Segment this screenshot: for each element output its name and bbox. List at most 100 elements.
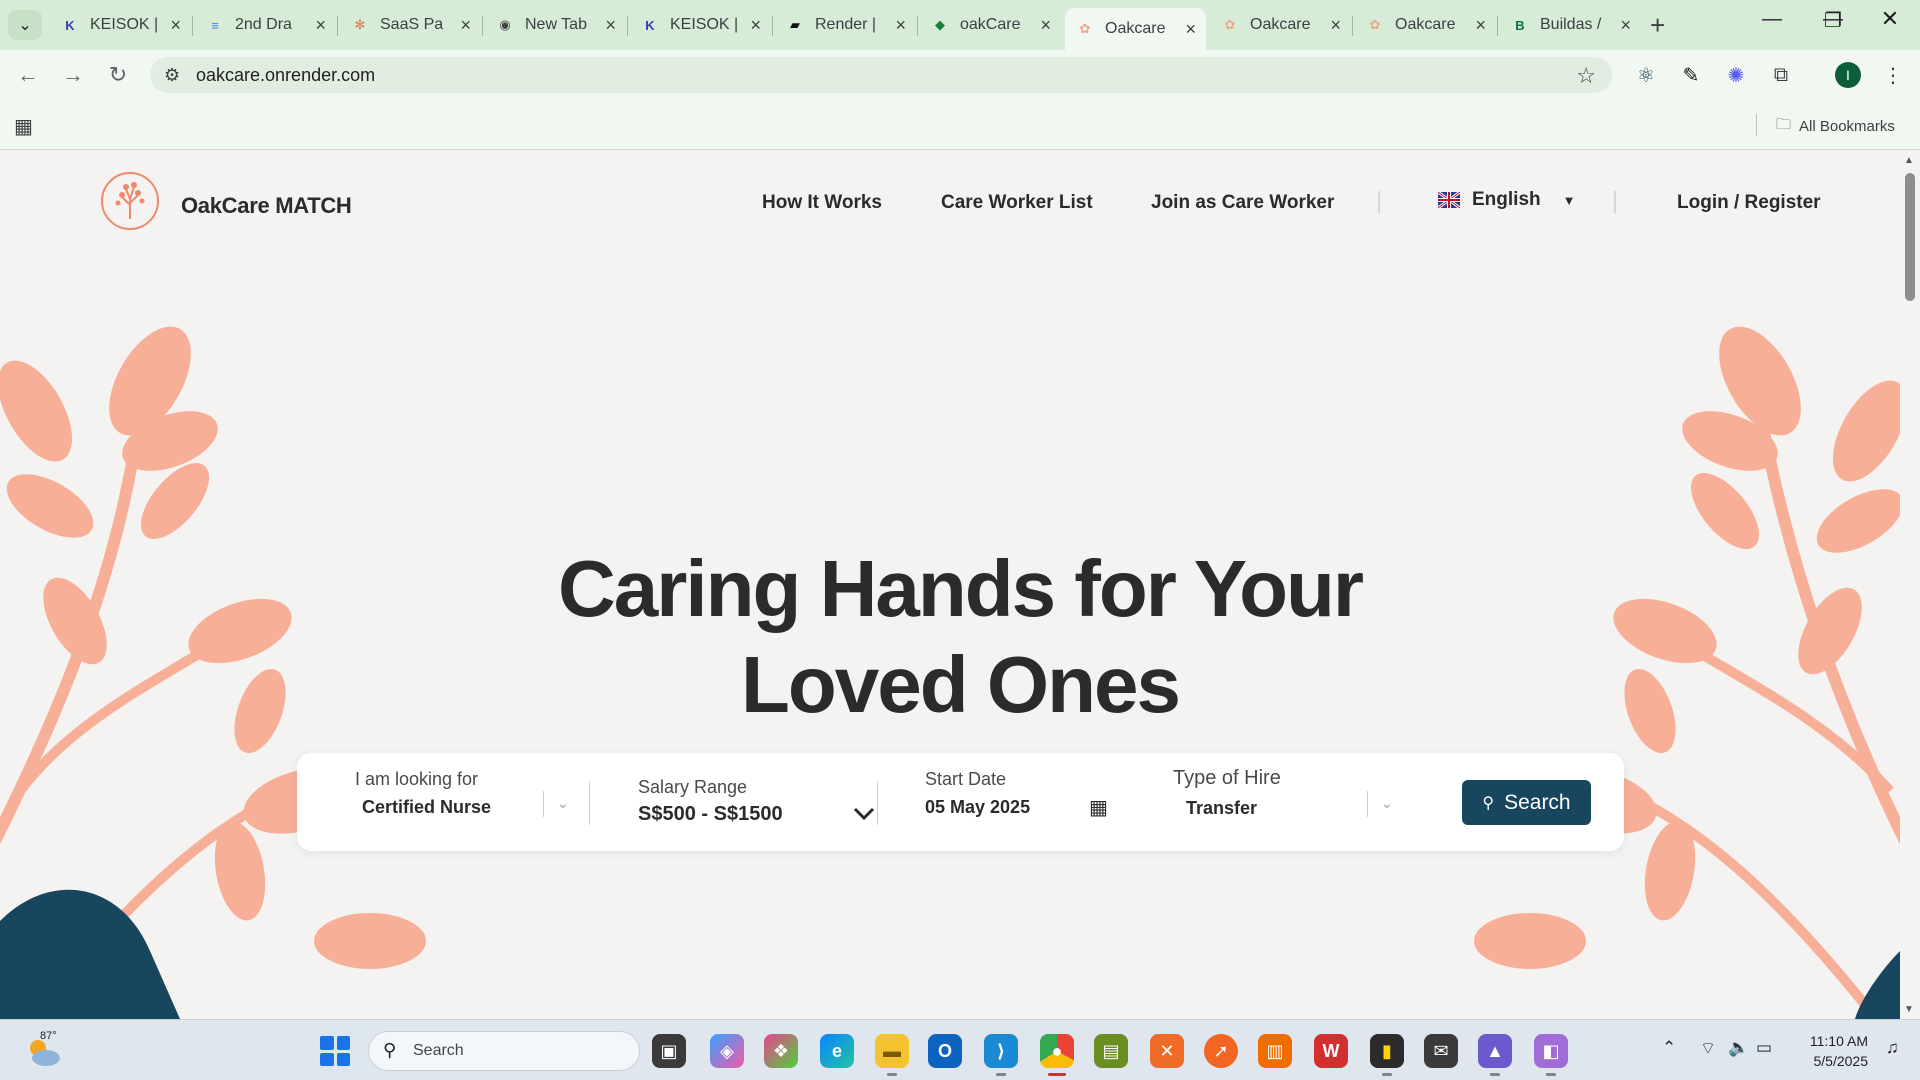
tab-close-icon[interactable]: × xyxy=(895,15,906,36)
browser-tab[interactable]: ▰ Render | × xyxy=(775,8,916,42)
site-info-icon[interactable]: ⚙ xyxy=(164,65,180,86)
forward-icon[interactable]: → xyxy=(58,60,88,90)
new-tab-button[interactable]: + xyxy=(1650,10,1665,41)
tab-separator xyxy=(627,16,628,36)
language-selector[interactable]: English ▼ xyxy=(1438,189,1576,211)
type-of-hire-select[interactable]: Transfer xyxy=(1186,798,1257,819)
url-text[interactable]: oakcare.onrender.com xyxy=(196,65,375,86)
nav-join-care-worker[interactable]: Join as Care Worker xyxy=(1151,192,1334,214)
chevron-down-icon[interactable]: ⌄ xyxy=(1381,795,1393,812)
tab-close-icon[interactable]: × xyxy=(1330,15,1341,36)
page-scrollbar[interactable]: ▲ ▼ xyxy=(1900,151,1920,1019)
scroll-up-icon[interactable]: ▲ xyxy=(1904,155,1914,166)
photos-icon[interactable]: ▲ xyxy=(1478,1034,1512,1068)
brand-name[interactable]: OakCare MATCH xyxy=(181,193,352,219)
tab-close-icon[interactable]: × xyxy=(1185,19,1196,40)
oakcare-logo-icon[interactable] xyxy=(100,171,160,231)
start-button[interactable] xyxy=(320,1036,350,1066)
copilot-icon[interactable]: ◈ xyxy=(710,1034,744,1068)
react-devtools-icon[interactable]: ⚛ xyxy=(1633,62,1659,88)
show-hidden-icons-icon[interactable]: ⌃ xyxy=(1662,1038,1676,1058)
wifi-icon[interactable]: ⌔ xyxy=(1700,1038,1716,1059)
salary-chevron-down-icon[interactable] xyxy=(853,807,875,821)
browser-tab[interactable]: ◉ New Tab × xyxy=(485,8,626,42)
wps-office-icon[interactable]: W xyxy=(1314,1034,1348,1068)
start-date-input[interactable]: 05 May 2025 xyxy=(925,797,1030,818)
apps-grid-icon[interactable]: ▦ xyxy=(14,114,33,139)
outlook-icon[interactable]: O xyxy=(928,1034,962,1068)
browser-tab[interactable]: ≡ 2nd Dra × xyxy=(195,8,336,42)
postman-icon[interactable]: ➚ xyxy=(1204,1034,1238,1068)
eyedropper-icon[interactable]: ✎ xyxy=(1678,62,1704,88)
tab-separator xyxy=(1352,16,1353,36)
mail-icon[interactable]: ✉ xyxy=(1424,1034,1458,1068)
browser-tab[interactable]: K KEISOK | × xyxy=(630,8,771,42)
browser-tab[interactable]: ◆ oakCare × xyxy=(920,8,1061,42)
notification-bell-icon[interactable]: ♫ xyxy=(1886,1038,1899,1058)
oakcare-icon: ✿ xyxy=(1369,17,1381,32)
sticky-notes-icon[interactable]: ▮ xyxy=(1370,1034,1404,1068)
tab-close-icon[interactable]: × xyxy=(315,15,326,36)
tab-title: SaaS Pa xyxy=(380,16,444,33)
running-indicator xyxy=(1382,1073,1392,1076)
chrome-icon[interactable]: ● xyxy=(1040,1034,1074,1068)
task-view-icon[interactable]: ▣ xyxy=(652,1034,686,1068)
browser-tab[interactable]: B Buildas / × xyxy=(1500,8,1641,42)
bookmarks-bar: ▦ 🗀 All Bookmarks xyxy=(0,100,1920,150)
scroll-down-icon[interactable]: ▼ xyxy=(1904,1004,1914,1015)
tab-close-icon[interactable]: × xyxy=(460,15,471,36)
calendar-icon[interactable]: ▦ xyxy=(1089,795,1108,820)
minimize-icon[interactable]: — xyxy=(1752,8,1792,31)
battery-icon[interactable]: ▭ xyxy=(1756,1038,1772,1058)
claude-icon: ✻ xyxy=(354,17,366,32)
browser-tab[interactable]: ✿ Oakcare × xyxy=(1210,8,1351,42)
oakcare-icon: ✿ xyxy=(1224,17,1236,32)
all-bookmarks-button[interactable]: 🗀 All Bookmarks xyxy=(1776,114,1895,139)
pinned-app-icon-4[interactable]: ◧ xyxy=(1534,1034,1568,1068)
tab-close-icon[interactable]: × xyxy=(1040,15,1051,36)
back-icon[interactable]: ← xyxy=(13,60,43,90)
pinned-app-icon-2[interactable]: ▤ xyxy=(1094,1034,1128,1068)
address-bar[interactable]: ⚙ oakcare.onrender.com ☆ xyxy=(150,57,1612,93)
file-explorer-icon[interactable]: ▬ xyxy=(875,1034,909,1068)
browser-tab[interactable]: ✻ SaaS Pa × xyxy=(340,8,481,42)
salary-range-select[interactable]: S$500 - S$1500 xyxy=(638,803,783,826)
browser-tab[interactable]: ✿ Oakcare × xyxy=(1355,8,1496,42)
volume-icon[interactable]: 🔈 xyxy=(1728,1038,1749,1058)
keisok-icon: K xyxy=(645,17,655,33)
reload-icon[interactable]: ↻ xyxy=(103,60,133,90)
profile-avatar[interactable]: I xyxy=(1835,62,1861,88)
pinned-app-icon[interactable]: ❖ xyxy=(764,1034,798,1068)
nav-care-worker-list[interactable]: Care Worker List xyxy=(941,192,1093,214)
looking-for-select[interactable]: Certified Nurse xyxy=(362,797,491,818)
search-button-label: Search xyxy=(1504,790,1571,814)
tab-search-button[interactable]: ⌄ xyxy=(8,10,42,40)
scrollbar-thumb[interactable] xyxy=(1905,173,1915,301)
vscode-icon[interactable]: ⟩ xyxy=(984,1034,1018,1068)
chevron-down-icon[interactable]: ⌄ xyxy=(557,795,569,812)
login-register-link[interactable]: Login / Register xyxy=(1677,192,1821,214)
browser-tab[interactable]: K KEISOK | × xyxy=(50,8,191,42)
tab-close-icon[interactable]: × xyxy=(750,15,761,36)
nav-how-it-works[interactable]: How It Works xyxy=(762,192,882,214)
tab-title: KEISOK | xyxy=(670,16,739,33)
pinned-app-icon-3[interactable]: ▥ xyxy=(1258,1034,1292,1068)
caret-down-icon: ▼ xyxy=(1562,192,1576,208)
taskbar-search[interactable]: ⚲ Search xyxy=(368,1031,640,1071)
browser-tab[interactable]: ✿ Oakcare × xyxy=(1065,8,1206,50)
tab-close-icon[interactable]: × xyxy=(605,15,616,36)
tab-close-icon[interactable]: × xyxy=(1475,15,1486,36)
search-button[interactable]: ⚲ Search xyxy=(1462,780,1591,825)
chrome-menu-icon[interactable]: ⋮ xyxy=(1880,62,1906,88)
hero-line-1: Caring Hands for Your xyxy=(557,544,1364,633)
restore-icon[interactable]: ❐ xyxy=(1813,8,1853,33)
extension-flower-icon[interactable]: ✺ xyxy=(1723,62,1749,88)
edge-icon[interactable]: e xyxy=(820,1034,854,1068)
tab-close-icon[interactable]: × xyxy=(170,15,181,36)
close-window-icon[interactable]: ✕ xyxy=(1870,6,1910,32)
extensions-puzzle-icon[interactable]: ⧉ xyxy=(1768,62,1794,88)
bookmark-star-icon[interactable]: ☆ xyxy=(1576,63,1596,89)
system-clock[interactable]: 11:10 AM 5/5/2025 xyxy=(1790,1031,1868,1071)
xampp-icon[interactable]: ✕ xyxy=(1150,1034,1184,1068)
tab-close-icon[interactable]: × xyxy=(1620,15,1631,36)
